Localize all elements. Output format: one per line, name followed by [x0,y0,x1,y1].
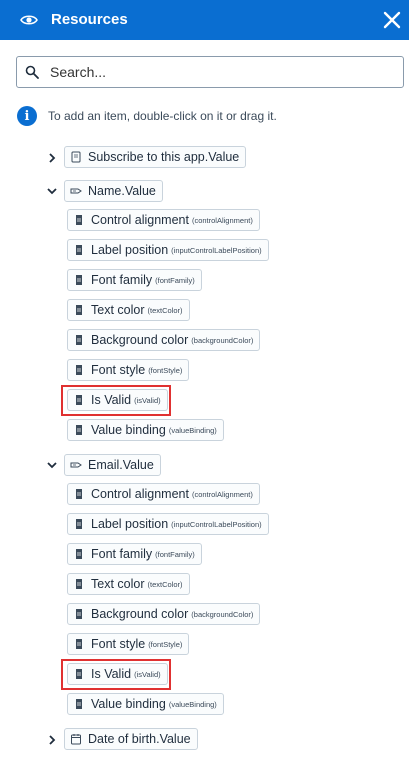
property-key: (inputControlLabelPosition) [171,245,262,255]
property-key: (textColor) [147,579,183,589]
info-text: To add an item, double-click on it or dr… [48,109,277,123]
info-message: i To add an item, double-click on it or … [17,106,277,126]
property-key: (backgroundColor) [191,609,254,619]
property-item-label-position[interactable]: Label position (inputControlLabelPositio… [67,513,269,535]
property-item-font-family[interactable]: Font family (fontFamily) [67,543,202,565]
property-key: (valueBinding) [168,699,217,709]
property-label: Font family [91,547,153,561]
chevron-down-icon[interactable] [46,185,58,197]
tree-item-date-of-birth[interactable]: Date of birth.Value [64,728,198,750]
info-icon: i [17,106,37,126]
property-label: Label position [91,243,169,257]
tree-item-label: Subscribe to this app.Value [88,150,240,164]
search-box[interactable] [16,56,404,88]
chevron-down-icon[interactable] [46,459,58,471]
property-key: (fontFamily) [155,275,195,285]
property-item-font-style[interactable]: Font style (fontStyle) [67,633,190,655]
property-icon [76,549,82,559]
property-item-background-color[interactable]: Background color (backgroundColor) [67,329,261,351]
input-field-icon [70,188,82,194]
property-icon [76,275,82,285]
property-label: Text color [91,303,145,317]
property-label: Control alignment [91,487,189,501]
property-icon [76,365,82,375]
property-icon [76,215,82,225]
property-icon [76,609,82,619]
property-label: Value binding [91,697,166,711]
property-item-font-family[interactable]: Font family (fontFamily) [67,269,202,291]
property-label: Font style [91,637,146,651]
property-item-background-color[interactable]: Background color (backgroundColor) [67,603,261,625]
tree-group-email[interactable]: Email.Value [64,454,161,476]
property-key: (controlAlignment) [191,489,253,499]
property-item-label-position[interactable]: Label position (inputControlLabelPositio… [67,239,269,261]
property-item-control-alignment[interactable]: Control alignment (controlAlignment) [67,483,260,505]
property-icon [76,699,82,709]
eye-icon [20,15,38,25]
property-item-text-color[interactable]: Text color (textColor) [67,573,190,595]
property-icon [76,305,82,315]
input-field-icon [70,462,82,468]
property-icon [76,639,82,649]
property-key: (fontStyle) [148,639,183,649]
property-key: (controlAlignment) [191,215,253,225]
panel-title: Resources [51,11,128,28]
property-label: Font family [91,273,153,287]
property-key: (valueBinding) [168,425,217,435]
tree-group-name[interactable]: Name.Value [64,180,163,202]
property-key: (textColor) [147,305,183,315]
property-label: Font style [91,363,146,377]
property-key: (fontFamily) [155,549,195,559]
calendar-icon [71,734,81,745]
property-icon [76,335,82,345]
property-item-value-binding[interactable]: Value binding (valueBinding) [67,419,224,441]
property-item-value-binding[interactable]: Value binding (valueBinding) [67,693,224,715]
property-label: Text color [91,577,145,591]
property-key: (inputControlLabelPosition) [171,519,262,529]
tree-item-subscribe[interactable]: Subscribe to this app.Value [64,146,247,168]
property-icon [76,245,82,255]
property-icon [76,425,82,435]
property-key: (backgroundColor) [191,335,254,345]
property-item-text-color[interactable]: Text color (textColor) [67,299,190,321]
tree-item-label: Date of birth.Value [88,732,191,746]
close-icon[interactable] [382,10,402,30]
property-label: Background color [91,607,189,621]
property-label: Value binding [91,423,166,437]
property-icon [76,579,82,589]
property-icon [76,489,82,499]
property-label: Background color [91,333,189,347]
tree-group-label: Email.Value [88,458,154,472]
property-label: Control alignment [91,213,189,227]
search-input[interactable] [50,61,395,83]
property-key: (fontStyle) [148,365,183,375]
property-label: Label position [91,517,169,531]
chevron-right-icon[interactable] [46,734,58,746]
search-icon [25,65,39,79]
chevron-right-icon[interactable] [46,152,58,164]
property-item-font-style[interactable]: Font style (fontStyle) [67,359,190,381]
highlight-box [61,659,171,690]
property-icon [76,519,82,529]
document-icon [71,151,81,163]
property-item-control-alignment[interactable]: Control alignment (controlAlignment) [67,209,260,231]
tree-group-label: Name.Value [88,184,156,198]
highlight-box [61,385,171,416]
panel-header: Resources [0,0,409,40]
